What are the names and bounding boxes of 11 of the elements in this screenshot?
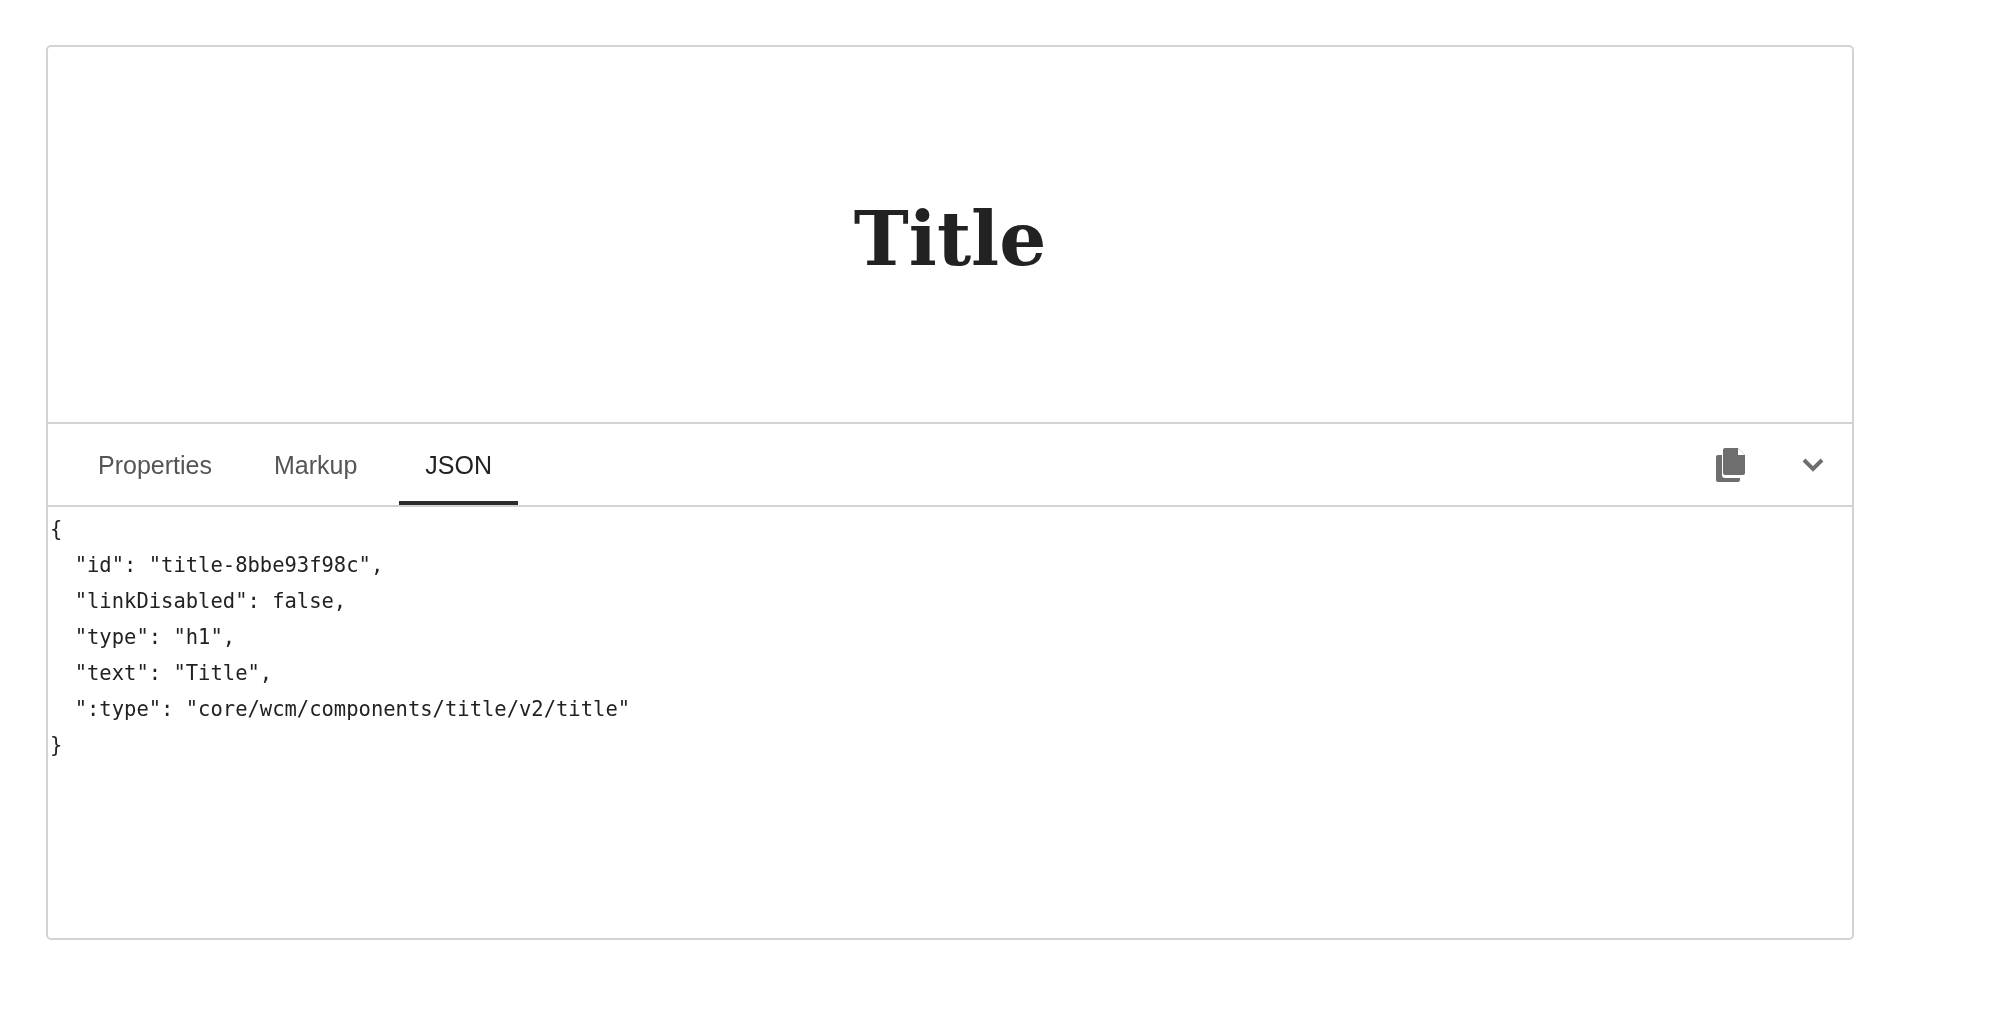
tab[interactable]: Properties: [78, 424, 232, 505]
tab[interactable]: Markup: [253, 424, 378, 505]
code-line: "text": "Title",: [73, 660, 273, 687]
code-line: }: [50, 732, 63, 759]
code-line: ":type": "core/wcm/components/title/v2/title": [73, 696, 631, 723]
code-line: "type": "h1",: [73, 624, 236, 651]
preview-heading: Title: [853, 195, 1047, 284]
code-line: "linkDisabled": false,: [73, 588, 347, 615]
code-line: {: [50, 516, 63, 543]
tab[interactable]: JSON: [399, 424, 518, 505]
code-line: "id": "title-8bbe93f98c",: [73, 552, 384, 579]
